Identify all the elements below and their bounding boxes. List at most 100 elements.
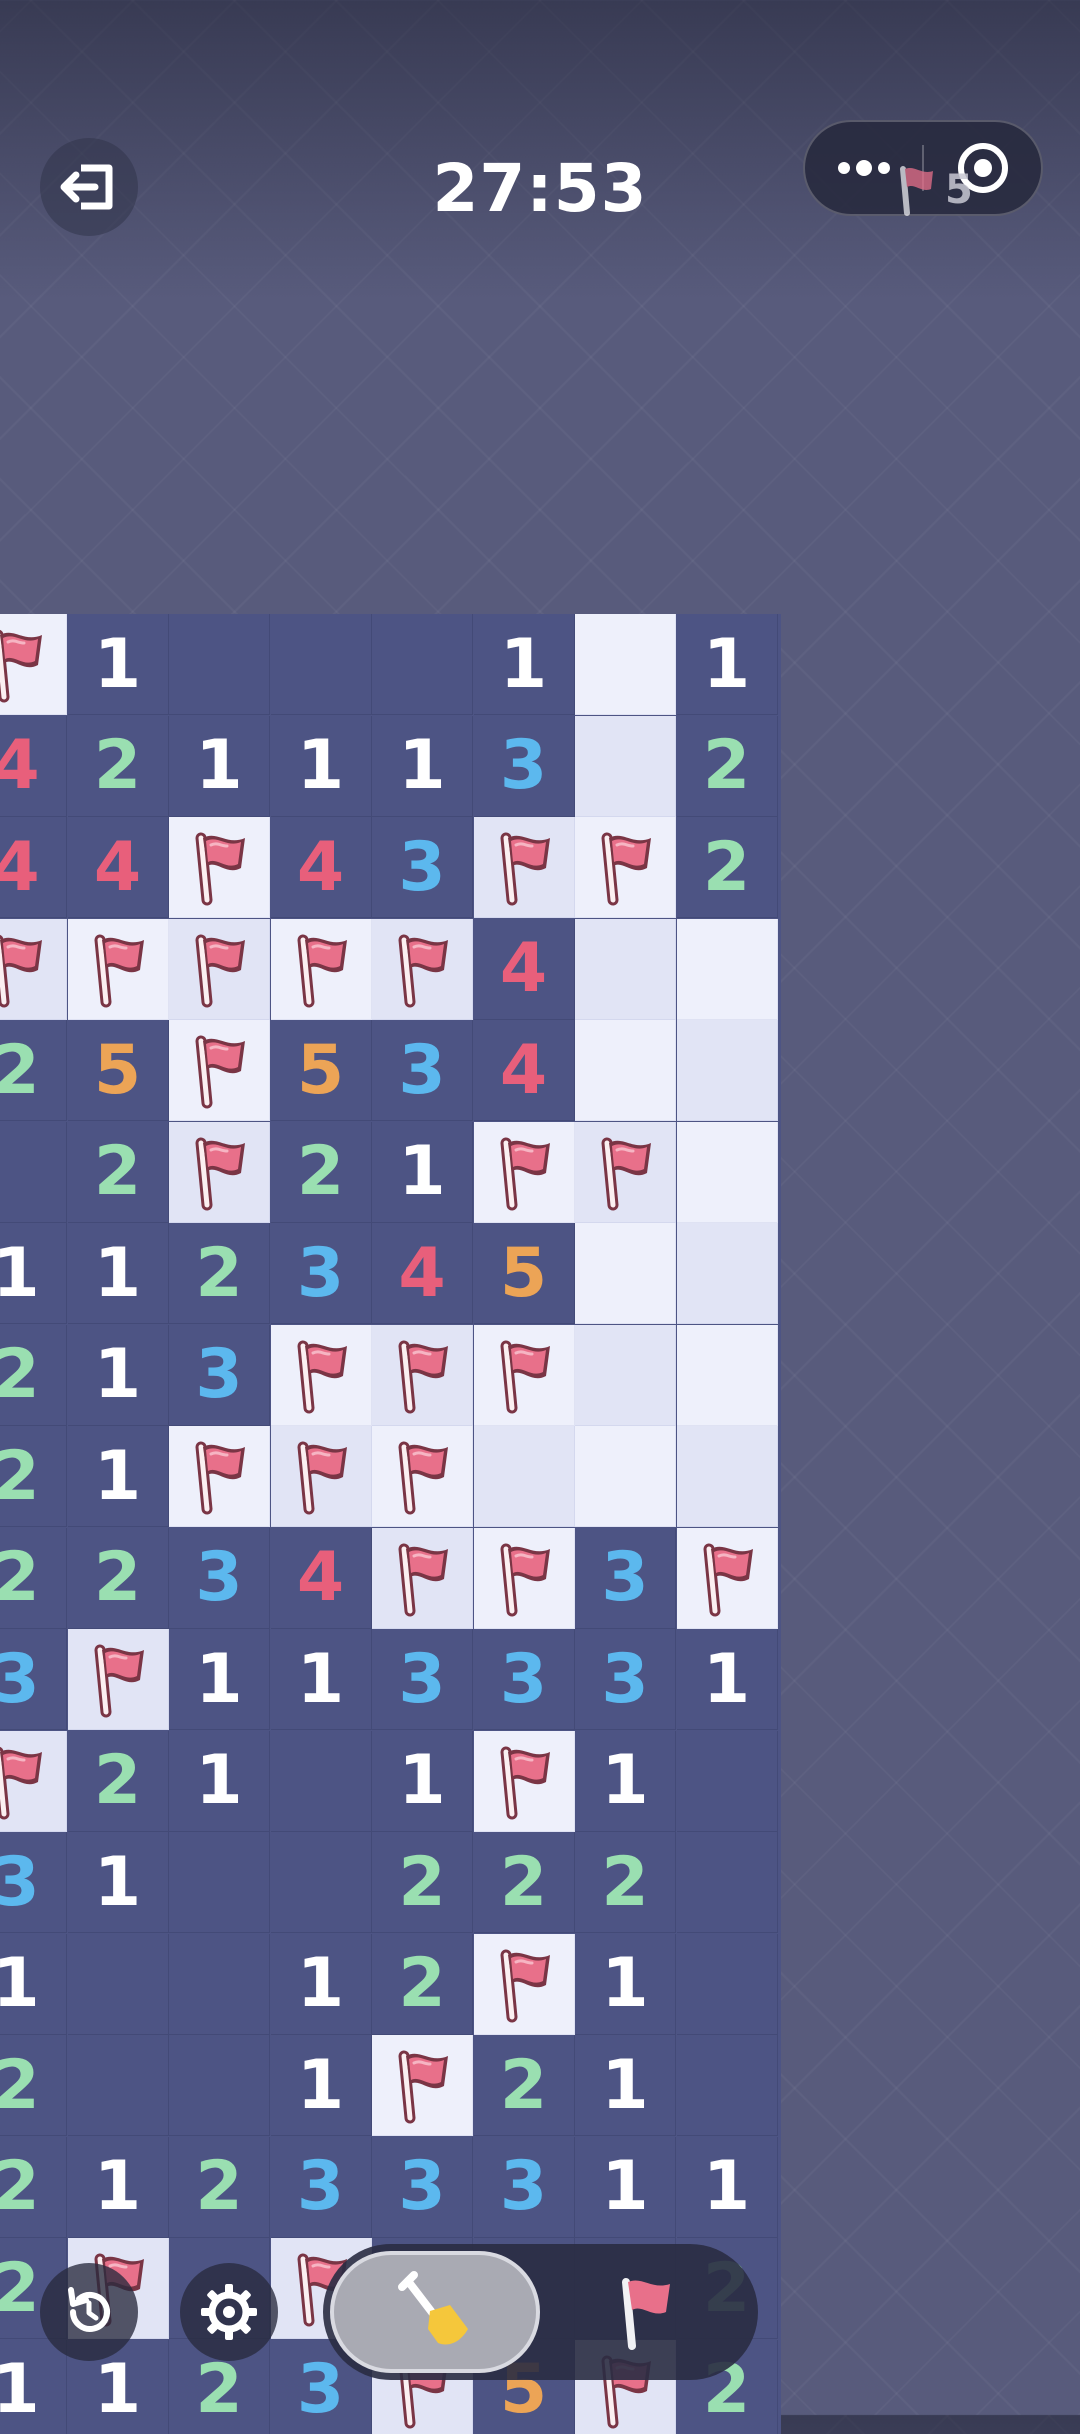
flagged-cell[interactable] (68, 1629, 169, 1730)
number-cell[interactable]: 1 (677, 1629, 778, 1730)
flagged-cell[interactable] (271, 1325, 372, 1426)
empty-cell[interactable] (271, 1731, 372, 1832)
unopened-cell[interactable] (575, 1020, 676, 1121)
flagged-cell[interactable] (474, 1122, 575, 1223)
empty-cell[interactable] (68, 1934, 169, 2035)
flagged-cell[interactable] (474, 1731, 575, 1832)
number-cell[interactable]: 1 (271, 716, 372, 817)
number-cell[interactable]: 3 (0, 1832, 67, 1933)
number-cell[interactable]: 2 (271, 1122, 372, 1223)
number-cell[interactable]: 5 (271, 1020, 372, 1121)
number-cell[interactable]: 3 (169, 1325, 270, 1426)
empty-cell[interactable] (169, 1832, 270, 1933)
flagged-cell[interactable] (271, 1426, 372, 1527)
undo-button[interactable] (40, 2263, 138, 2361)
number-cell[interactable]: 1 (169, 1629, 270, 1730)
flagged-cell[interactable] (271, 919, 372, 1020)
number-cell[interactable]: 2 (0, 2035, 67, 2136)
flagged-cell[interactable] (474, 1325, 575, 1426)
number-cell[interactable]: 5 (474, 1223, 575, 1324)
empty-cell[interactable] (169, 614, 270, 715)
flagged-cell[interactable] (372, 1528, 473, 1629)
unopened-cell[interactable] (575, 919, 676, 1020)
number-cell[interactable]: 4 (372, 1223, 473, 1324)
flagged-cell[interactable] (474, 817, 575, 918)
flagged-cell[interactable] (0, 614, 67, 715)
flagged-cell[interactable] (169, 817, 270, 918)
empty-cell[interactable] (68, 2035, 169, 2136)
unopened-cell[interactable] (677, 1122, 778, 1223)
number-cell[interactable]: 2 (68, 1731, 169, 1832)
number-cell[interactable]: 5 (68, 1020, 169, 1121)
number-cell[interactable]: 3 (575, 1528, 676, 1629)
number-cell[interactable]: 1 (677, 614, 778, 715)
number-cell[interactable]: 1 (68, 2137, 169, 2238)
flagged-cell[interactable] (169, 1122, 270, 1223)
number-cell[interactable]: 2 (0, 1528, 67, 1629)
flagged-cell[interactable] (575, 817, 676, 918)
unopened-cell[interactable] (575, 1426, 676, 1527)
unopened-cell[interactable] (677, 1020, 778, 1121)
number-cell[interactable]: 4 (68, 817, 169, 918)
number-cell[interactable]: 3 (271, 1223, 372, 1324)
number-cell[interactable]: 4 (474, 919, 575, 1020)
number-cell[interactable]: 3 (271, 2137, 372, 2238)
number-cell[interactable]: 1 (575, 2035, 676, 2136)
number-cell[interactable]: 1 (677, 2137, 778, 2238)
empty-cell[interactable] (677, 2035, 778, 2136)
flag-mode-button[interactable] (570, 2251, 720, 2373)
settings-button[interactable] (180, 2263, 278, 2361)
unopened-cell[interactable] (677, 1325, 778, 1426)
number-cell[interactable]: 1 (474, 614, 575, 715)
number-cell[interactable]: 2 (0, 1325, 67, 1426)
dig-mode-button[interactable] (330, 2251, 540, 2373)
flagged-cell[interactable] (677, 1528, 778, 1629)
unopened-cell[interactable] (575, 614, 676, 715)
flagged-cell[interactable] (169, 1426, 270, 1527)
number-cell[interactable]: 2 (677, 817, 778, 918)
number-cell[interactable]: 4 (271, 817, 372, 918)
empty-cell[interactable] (372, 614, 473, 715)
unopened-cell[interactable] (474, 1426, 575, 1527)
number-cell[interactable]: 2 (68, 1122, 169, 1223)
number-cell[interactable]: 2 (372, 1832, 473, 1933)
number-cell[interactable]: 2 (169, 1223, 270, 1324)
number-cell[interactable]: 1 (0, 1223, 67, 1324)
number-cell[interactable]: 4 (474, 1020, 575, 1121)
number-cell[interactable]: 2 (0, 1020, 67, 1121)
empty-cell[interactable] (271, 614, 372, 715)
number-cell[interactable]: 1 (169, 716, 270, 817)
number-cell[interactable]: 1 (0, 2340, 67, 2434)
unopened-cell[interactable] (677, 919, 778, 1020)
number-cell[interactable]: 2 (68, 1528, 169, 1629)
number-cell[interactable]: 1 (575, 1934, 676, 2035)
number-cell[interactable]: 1 (271, 1629, 372, 1730)
flagged-cell[interactable] (372, 1426, 473, 1527)
number-cell[interactable]: 1 (68, 1223, 169, 1324)
unopened-cell[interactable] (677, 1223, 778, 1324)
number-cell[interactable]: 2 (68, 716, 169, 817)
number-cell[interactable]: 2 (0, 2137, 67, 2238)
number-cell[interactable]: 3 (474, 1629, 575, 1730)
number-cell[interactable]: 1 (271, 2035, 372, 2136)
unopened-cell[interactable] (575, 716, 676, 817)
number-cell[interactable]: 4 (0, 817, 67, 918)
empty-cell[interactable] (271, 1832, 372, 1933)
unopened-cell[interactable] (677, 1426, 778, 1527)
flagged-cell[interactable] (474, 1934, 575, 2035)
flagged-cell[interactable] (169, 919, 270, 1020)
number-cell[interactable]: 3 (372, 1629, 473, 1730)
number-cell[interactable]: 2 (474, 1832, 575, 1933)
empty-cell[interactable] (677, 1731, 778, 1832)
number-cell[interactable]: 3 (474, 2137, 575, 2238)
number-cell[interactable]: 1 (271, 1934, 372, 2035)
number-cell[interactable]: 3 (575, 1629, 676, 1730)
flagged-cell[interactable] (68, 919, 169, 1020)
number-cell[interactable]: 2 (169, 2137, 270, 2238)
empty-cell[interactable] (677, 1934, 778, 2035)
number-cell[interactable]: 3 (474, 716, 575, 817)
number-cell[interactable]: 2 (0, 1426, 67, 1527)
number-cell[interactable]: 2 (372, 1934, 473, 2035)
more-button[interactable] (805, 160, 922, 176)
number-cell[interactable]: 1 (372, 1731, 473, 1832)
